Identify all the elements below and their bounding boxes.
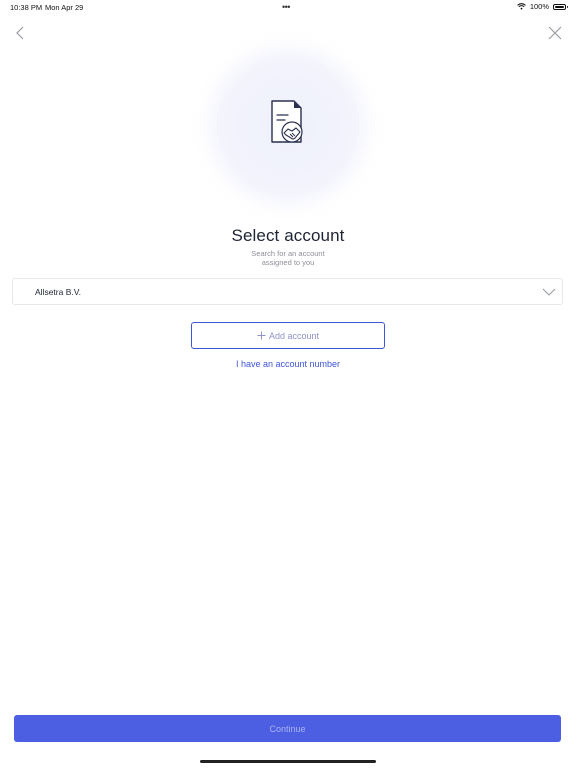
- close-button[interactable]: [546, 24, 564, 42]
- account-select-dropdown[interactable]: Allsetra B.V.: [12, 278, 563, 305]
- account-number-link[interactable]: I have an account number: [0, 359, 576, 369]
- page-title: Select account: [231, 226, 345, 245]
- continue-button[interactable]: Continue: [14, 715, 561, 742]
- chevron-left-icon: [16, 26, 24, 40]
- status-indicators: 100%: [517, 2, 568, 11]
- add-account-label: Add account: [268, 330, 320, 341]
- select-account-screen: 10:38 PM Mon Apr 29 ••• 100% Select acco…: [0, 0, 576, 768]
- status-bar: 10:38 PM Mon Apr 29 ••• 100%: [0, 0, 576, 14]
- battery-percentage: 100%: [529, 2, 549, 11]
- document-handshake-icon: [271, 100, 303, 143]
- wifi-icon: [517, 3, 526, 10]
- continue-label: Continue: [269, 723, 306, 734]
- back-button[interactable]: [12, 24, 30, 42]
- home-indicator: [200, 760, 376, 763]
- page-subtitle: Search for an account assigned to you: [251, 249, 325, 267]
- selected-account-value: Allsetra B.V.: [35, 287, 81, 297]
- status-time: 10:38 PM: [10, 3, 43, 12]
- account-illustration: [218, 56, 358, 196]
- battery-icon: [553, 3, 568, 10]
- multitasking-dots-icon[interactable]: •••: [282, 2, 290, 12]
- chevron-down-icon: [542, 288, 556, 296]
- close-icon: [548, 26, 562, 40]
- plus-icon: [257, 331, 266, 340]
- add-account-button[interactable]: Add account: [191, 322, 385, 349]
- status-date: Mon Apr 29: [45, 3, 84, 12]
